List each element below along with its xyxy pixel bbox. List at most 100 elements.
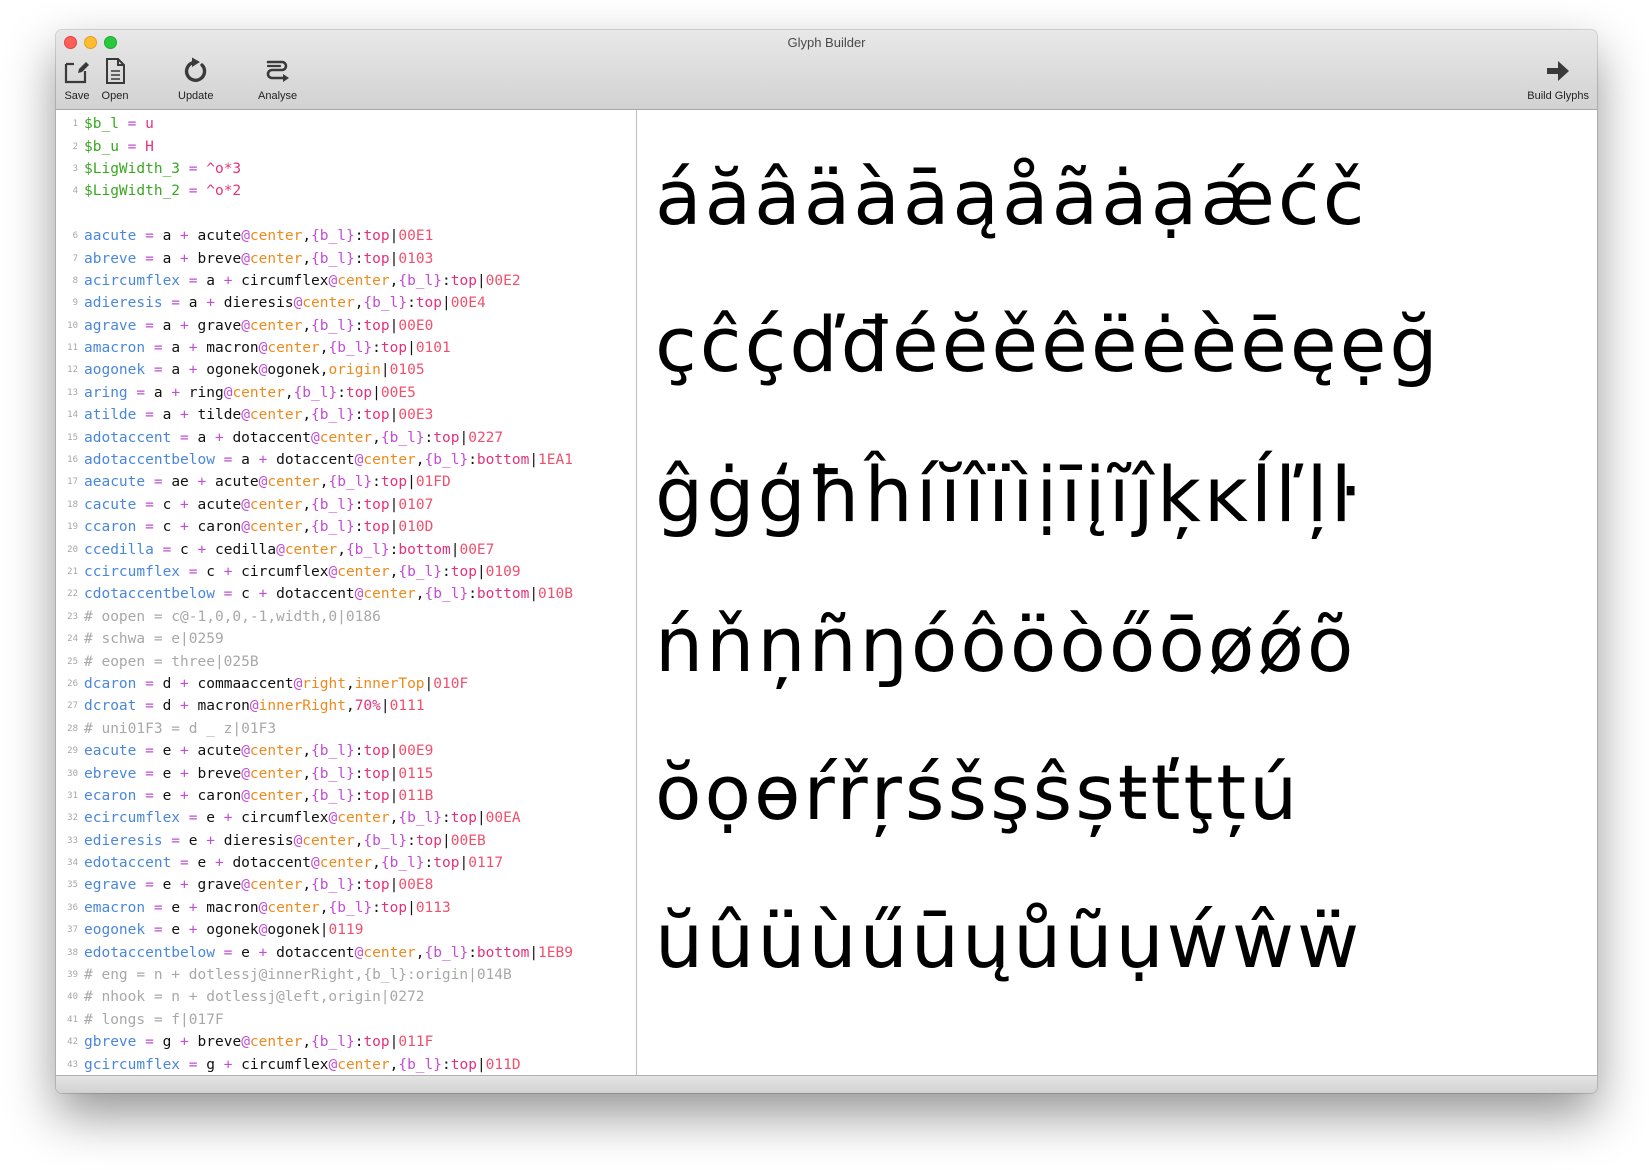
code-line[interactable]: 6 aacute = a + acute@center,{b_l}:top|00E… <box>56 225 636 247</box>
code-line[interactable]: 32 ecircumflex = e + circumflex@center,{b… <box>56 807 636 829</box>
code-line[interactable]: 4 $LigWidth_2 = ^o*2 <box>56 180 636 202</box>
code-line[interactable]: 27 dcroat = d + macron@innerRight,70%|011… <box>56 695 636 717</box>
code-line[interactable]: 22 cdotaccentbelow = c + dotaccent@center… <box>56 583 636 605</box>
line-number: 34 <box>67 858 78 869</box>
code-token: | <box>407 899 416 916</box>
build-glyphs-button[interactable]: Build Glyphs <box>1527 56 1589 106</box>
code-line[interactable]: 19 ccaron = c + caron@center,{b_l}:top|01… <box>56 516 636 538</box>
code-line[interactable]: 31 ecaron = e + caron@center,{b_l}:top|01… <box>56 785 636 807</box>
line-number: 26 <box>67 678 78 689</box>
code-token: {b_l} <box>398 810 442 827</box>
code-line[interactable]: 30 ebreve = e + breve@center,{b_l}:top|01… <box>56 762 636 784</box>
code-line[interactable]: 14 atilde = a + tilde@center,{b_l}:top|00… <box>56 404 636 426</box>
code-token: @ <box>241 228 250 245</box>
code-line[interactable] <box>56 203 636 225</box>
code-line[interactable]: 43 gcircumflex = g + circumflex@center,{b… <box>56 1053 636 1075</box>
code-token: 0107 <box>398 496 434 513</box>
code-line[interactable]: 10 agrave = a + grave@center,{b_l}:top|00… <box>56 315 636 337</box>
code-token: = <box>118 138 146 155</box>
code-line[interactable]: 41 # longs = f|017F <box>56 1009 636 1031</box>
code-line[interactable]: 28 # uni01F3 = d _ z|01F3 <box>56 718 636 740</box>
code-token: center <box>319 429 373 446</box>
code-line[interactable]: 3 $LigWidth_3 = ^o*3 <box>56 158 636 180</box>
analyse-button[interactable]: Analyse <box>258 56 297 106</box>
code-line[interactable]: 25 # eopen = three|025B <box>56 650 636 672</box>
code-line[interactable]: 11 amacron = a + macron@center,{b_l}:top|… <box>56 337 636 359</box>
code-token: , <box>302 519 312 536</box>
code-line[interactable]: 8 acircumflex = a + circumflex@center,{b_… <box>56 270 636 292</box>
code-token: e <box>171 922 181 939</box>
code-line[interactable]: 12 aogonek = a + ogonek@ogonek,origin|010… <box>56 359 636 381</box>
code-token: bottom <box>476 944 530 961</box>
line-number: 43 <box>67 1059 78 1070</box>
code-token: @ <box>293 832 303 849</box>
code-line[interactable]: 7 abreve = a + breve@center,{b_l}:top|010… <box>56 247 636 269</box>
code-line[interactable]: 24 # schwa = e|0259 <box>56 628 636 650</box>
code-token: + <box>180 899 207 916</box>
code-line[interactable]: 38 edotaccentbelow = e + dotaccent@center… <box>56 941 636 963</box>
code-line[interactable]: 9 adieresis = a + dieresis@center,{b_l}:t… <box>56 292 636 314</box>
code-token: = <box>180 810 207 827</box>
code-line[interactable]: 2 $b_u = H <box>56 135 636 157</box>
code-text: ebreve = e + breve@center,{b_l}:top|0115 <box>84 766 433 782</box>
code-token: top <box>345 384 373 401</box>
glyph-row: ŏọɵŕřŗśšşŝșŧťţțú <box>655 748 1301 837</box>
code-token: : <box>337 384 346 401</box>
code-line[interactable]: 21 ccircumflex = c + circumflex@center,{b… <box>56 561 636 583</box>
code-line[interactable]: 36 emacron = e + macron@center,{b_l}:top|… <box>56 897 636 919</box>
code-token: = <box>136 496 163 513</box>
open-button[interactable]: Open <box>100 56 130 106</box>
code-line[interactable]: 42 gbreve = g + breve@center,{b_l}:top|01… <box>56 1031 636 1053</box>
code-text: aacute = a + acute@center,{b_l}:top|00E1 <box>84 228 433 244</box>
code-text: $b_u = H <box>84 139 154 155</box>
code-token: top <box>450 1056 477 1073</box>
code-token: @ <box>241 496 250 513</box>
code-token: {b_l} <box>311 496 355 513</box>
save-button[interactable]: Save <box>62 56 92 106</box>
code-token: | <box>319 922 329 939</box>
analyse-label: Analyse <box>258 90 298 102</box>
code-token: : <box>468 944 477 961</box>
code-token: @ <box>311 855 320 872</box>
code-token: eogonek <box>84 922 146 939</box>
code-editor[interactable]: 1 $b_l = u 2 $b_u = H 3 $LigWidth_3 = ^o*3 4 $L… <box>56 110 637 1075</box>
code-token: e <box>188 832 198 849</box>
line-number: 11 <box>67 343 78 354</box>
code-token: + <box>214 1056 242 1073</box>
code-line[interactable]: 18 cacute = c + acute@center,{b_l}:top|01… <box>56 494 636 516</box>
code-token: @ <box>241 250 250 267</box>
code-line[interactable]: 16 adotaccentbelow = a + dotaccent@center… <box>56 449 636 471</box>
code-line[interactable]: 40 # nhook = n + dotlessj@left,origin|027… <box>56 986 636 1008</box>
update-button[interactable]: Update <box>178 56 213 106</box>
code-line[interactable]: 23 # oopen = c@-1,0,0,-1,width,0|0186 <box>56 606 636 628</box>
code-line[interactable]: 15 adotaccent = a + dotaccent@center,{b_l… <box>56 426 636 448</box>
code-token: $b_u <box>84 138 119 155</box>
code-line[interactable]: 39 # eng = n + dotlessj@innerRight,{b_l}:… <box>56 964 636 986</box>
code-line[interactable]: 26 dcaron = d + commaaccent@right,innerTo… <box>56 673 636 695</box>
toolbar: Glyph Builder Save Open Update Analyse B… <box>56 30 1597 110</box>
code-token: center <box>337 1056 390 1073</box>
code-token: + <box>171 787 198 804</box>
line-number: 27 <box>67 701 78 712</box>
code-line[interactable]: 33 edieresis = e + dieresis@center,{b_l}:… <box>56 830 636 852</box>
code-token: , <box>372 855 381 872</box>
code-token: = <box>127 384 154 401</box>
code-line[interactable]: 37 eogonek = e + ogonek@ogonek|0119 <box>56 919 636 941</box>
code-token: center <box>249 407 303 424</box>
code-token: = <box>162 832 189 849</box>
code-token: dotaccent <box>232 855 312 872</box>
code-line[interactable]: 17 aeacute = ae + acute@center,{b_l}:top|… <box>56 471 636 493</box>
code-token: + <box>180 340 207 357</box>
code-text: ecircumflex = e + circumflex@center,{b_l… <box>84 810 521 826</box>
code-line[interactable]: 29 eacute = e + acute@center,{b_l}:top|00… <box>56 740 636 762</box>
code-token: @ <box>249 698 259 715</box>
code-token: top <box>433 429 460 446</box>
code-line[interactable]: 13 aring = a + ring@center,{b_l}:top|00E5 <box>56 382 636 404</box>
code-token: {b_l} <box>311 519 355 536</box>
line-number: 32 <box>67 813 78 824</box>
line-number: 33 <box>67 835 78 846</box>
code-line[interactable]: 20 ccedilla = c + cedilla@center,{b_l}:bo… <box>56 538 636 560</box>
code-line[interactable]: 1 $b_l = u <box>56 113 636 135</box>
code-line[interactable]: 34 edotaccent = e + dotaccent@center,{b_l… <box>56 852 636 874</box>
code-line[interactable]: 35 egrave = e + grave@center,{b_l}:top|00… <box>56 874 636 896</box>
